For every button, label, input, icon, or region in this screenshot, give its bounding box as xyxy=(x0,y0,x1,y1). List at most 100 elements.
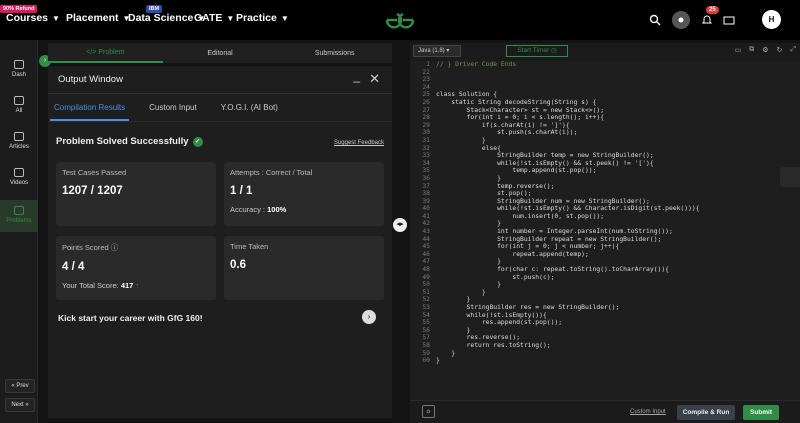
code-line[interactable]: num.insert(0, st.pop()); xyxy=(436,213,700,221)
code-line[interactable]: for(int i = 0; i < s.length(); i++){ xyxy=(436,114,700,122)
tab-custom-input[interactable]: Custom Input xyxy=(145,95,201,120)
code-line[interactable]: StringBuilder repeat = new StringBuilder… xyxy=(436,236,700,244)
accuracy: Accuracy : 100% xyxy=(230,205,287,214)
code-line[interactable]: Stack<Character> st = new Stack<>(); xyxy=(436,107,700,115)
cart-icon[interactable] xyxy=(722,13,736,27)
nav-gate[interactable]: GATE ▼ xyxy=(194,12,234,24)
avatar[interactable]: H xyxy=(762,10,781,29)
compile-run-button[interactable]: Compile & Run xyxy=(677,405,735,420)
sidebar-item-videos[interactable]: Videos xyxy=(0,168,38,186)
code-line[interactable]: while(!st.isEmpty() && Character.isDigit… xyxy=(436,205,699,213)
code-line[interactable]: repeat.append(temp); xyxy=(436,251,700,259)
tab-compilation-results[interactable]: Compilation Results xyxy=(50,95,130,121)
nav-courses[interactable]: Courses ▼ xyxy=(6,12,60,24)
lightbulb-icon[interactable]: ☼ xyxy=(422,405,435,418)
fullscreen-icon[interactable]: ⤢ xyxy=(790,46,796,54)
code-line[interactable]: } xyxy=(436,175,700,183)
code-line[interactable]: } xyxy=(436,289,700,297)
tab-editorial[interactable]: Editorial xyxy=(163,43,278,63)
test-cases-label: Test Cases Passed xyxy=(62,168,127,177)
sidebar-item-problems[interactable]: Problems xyxy=(0,200,38,232)
suggest-feedback-link[interactable]: Suggest Feedback xyxy=(334,140,384,146)
line-number: 1 xyxy=(426,61,430,68)
code-line[interactable]: res.reverse(); xyxy=(436,334,700,342)
minimize-icon[interactable]: _ xyxy=(353,69,360,83)
code-line[interactable]: st.push(c); xyxy=(436,274,700,282)
line-number: 44 xyxy=(422,235,430,243)
code-line[interactable]: while(!st.isEmpty()){ xyxy=(436,312,700,320)
line-number: 57 xyxy=(422,334,430,342)
copy-icon[interactable]: ⧉ xyxy=(749,46,754,54)
line-number: 28 xyxy=(422,114,430,122)
code-line[interactable]: res.append(st.pop()); xyxy=(436,319,700,327)
reset-icon[interactable]: ↻ xyxy=(777,46,783,54)
code-line[interactable]: StringBuilder res = new StringBuilder(); xyxy=(436,304,700,312)
line-number: 58 xyxy=(422,341,430,349)
code-lines[interactable]: // } Driver Code Ends class Solution { s… xyxy=(436,61,700,365)
code-line[interactable]: else{ xyxy=(436,145,700,153)
code-line[interactable]: st.push(s.charAt(i)); xyxy=(436,129,700,137)
check-icon: ✓ xyxy=(192,136,203,147)
code-line[interactable] xyxy=(436,69,700,77)
code-line[interactable]: } xyxy=(436,296,700,304)
code-line[interactable]: } xyxy=(436,281,700,289)
code-line[interactable]: } xyxy=(436,357,700,365)
time-label: Time Taken xyxy=(230,242,269,251)
sidebar-item-articles[interactable]: Articles xyxy=(0,132,38,150)
settings-icon[interactable]: ⚙ xyxy=(762,46,768,54)
problem-tabs: </> Problem Editorial Submissions xyxy=(48,43,392,63)
code-line[interactable]: } xyxy=(436,350,700,358)
nav-placement[interactable]: Placement ▼ xyxy=(66,12,130,24)
line-number: 56 xyxy=(422,326,430,334)
code-line[interactable]: StringBuilder num = new StringBuilder(); xyxy=(436,198,700,206)
line-numbers: 1 22 23 24 25 26 27 28 29 30 31 32 33 34 35 36 37 38 39 40 4… xyxy=(410,61,430,365)
search-icon[interactable] xyxy=(648,13,662,27)
tab-problem[interactable]: </> Problem xyxy=(48,43,163,63)
code-line[interactable]: } xyxy=(436,327,700,335)
code-line[interactable]: st.pop(); xyxy=(436,190,700,198)
code-line[interactable]: class Solution { xyxy=(436,91,700,99)
bell-icon[interactable] xyxy=(700,13,714,27)
sidebar-item-all[interactable]: All xyxy=(0,96,38,114)
code-line[interactable]: return res.toString(); xyxy=(436,342,700,350)
code-line[interactable]: static String decodeString(String s) { xyxy=(436,99,700,107)
chat-icon[interactable] xyxy=(780,167,800,187)
code-line[interactable]: } xyxy=(436,220,700,228)
next-button[interactable]: Next » xyxy=(5,398,35,412)
language-select[interactable]: Java (1.8) ▾ xyxy=(413,45,461,57)
prev-button[interactable]: « Prev xyxy=(5,379,35,393)
line-number: 49 xyxy=(422,273,430,281)
code-area[interactable]: 1 22 23 24 25 26 27 28 29 30 31 32 33 34 35 36 37 38 39 40 4… xyxy=(410,61,800,400)
code-line[interactable]: temp.reverse(); xyxy=(436,183,700,191)
theme-toggle-icon[interactable] xyxy=(672,11,690,29)
tab-yogi-bot[interactable]: Y.O.G.I. (AI Bot) xyxy=(217,95,282,120)
code-line[interactable]: temp.append(st.pop()); xyxy=(436,167,700,175)
submit-button[interactable]: Submit xyxy=(743,405,779,420)
code-line[interactable]: for(char c: repeat.toString().toCharArra… xyxy=(436,266,700,274)
resize-handle-icon[interactable]: ◂▸ xyxy=(393,218,407,232)
code-line[interactable] xyxy=(436,84,700,92)
nav-practice[interactable]: Practice ▼ xyxy=(236,12,289,24)
code-line[interactable]: for(int j = 0; j < number; j++){ xyxy=(436,243,700,251)
custom-input-link[interactable]: Custom Input xyxy=(630,409,666,415)
code-line[interactable]: if(s.charAt(i) != ']'){ xyxy=(436,122,700,130)
code-line[interactable]: // } Driver Code Ends xyxy=(436,61,700,69)
line-number: 43 xyxy=(422,228,430,236)
line-number: 27 xyxy=(422,106,430,114)
code-line[interactable]: StringBuilder temp = new StringBuilder()… xyxy=(436,152,700,160)
info-icon[interactable]: ⓘ xyxy=(111,243,119,252)
close-icon[interactable]: ✕ xyxy=(369,71,380,87)
tab-submissions[interactable]: Submissions xyxy=(277,43,392,63)
code-line[interactable]: while(!st.isEmpty() && st.peek() != '[')… xyxy=(436,160,700,168)
gfg-logo[interactable] xyxy=(383,9,417,31)
code-line[interactable]: int number = Integer.parseInt(num.toStri… xyxy=(436,228,700,236)
code-line[interactable] xyxy=(436,76,700,84)
code-line[interactable]: } xyxy=(436,137,700,145)
sidebar-item-dash[interactable]: Dash xyxy=(0,60,38,78)
chevron-right-icon[interactable]: › xyxy=(362,310,376,324)
file-icon[interactable]: ▭ xyxy=(735,46,742,54)
attempts-label: Attempts : Correct / Total xyxy=(230,168,313,177)
start-timer-button[interactable]: Start Timer ◷ xyxy=(506,45,568,57)
line-number: 40 xyxy=(422,205,430,213)
code-line[interactable]: } xyxy=(436,258,700,266)
